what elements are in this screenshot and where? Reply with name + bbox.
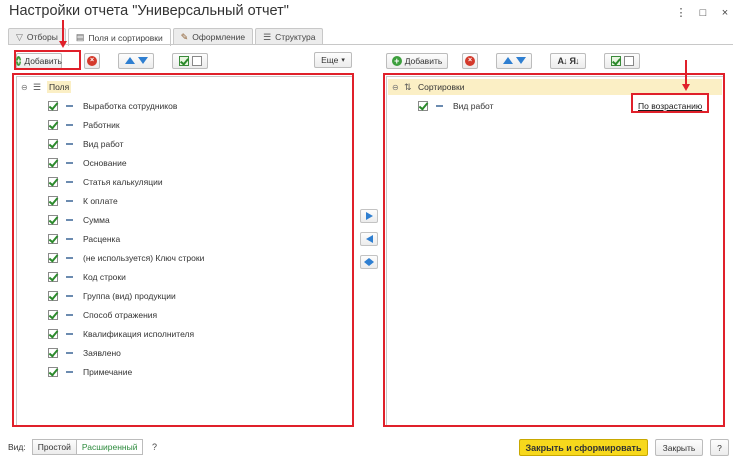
delete-icon: × <box>465 55 475 66</box>
annotation-box-add <box>14 50 81 70</box>
uncheck-all-icon[interactable] <box>623 55 634 66</box>
add-sort-label: Добавить <box>404 55 443 66</box>
maximize-icon[interactable]: □ <box>697 7 709 19</box>
more-label: Еще <box>321 55 339 65</box>
annotation-box-sorting <box>383 73 725 427</box>
uncheck-all-icon[interactable] <box>191 55 202 66</box>
sort-move-buttons <box>496 52 532 69</box>
view-extended-button[interactable]: Расширенный <box>75 439 144 455</box>
arrow-left-icon <box>365 235 373 243</box>
delete-field-button[interactable]: × <box>84 52 100 69</box>
bottom-bar: Вид: Простой Расширенный ? <box>8 439 161 455</box>
tab-label: Поля и сортировки <box>88 32 163 43</box>
add-sort-button[interactable]: + Добавить <box>386 52 448 69</box>
delete-icon: × <box>87 55 97 66</box>
fields-icon: ▤ <box>75 32 85 42</box>
close-icon[interactable]: × <box>719 7 731 19</box>
view-simple-button[interactable]: Простой <box>31 439 77 455</box>
help-button[interactable]: ? <box>710 439 729 456</box>
view-label: Вид: <box>8 442 26 452</box>
annotation-arrowhead-direction <box>682 84 690 91</box>
sort-ascending-icon[interactable]: A↓ <box>558 56 568 66</box>
move-right-button[interactable] <box>360 209 378 223</box>
close-and-generate-button[interactable]: Закрыть и сформировать <box>519 439 648 456</box>
check-all-icon[interactable] <box>178 55 189 66</box>
brush-icon: ✎ <box>180 31 189 42</box>
tab-label: Оформление <box>192 32 246 42</box>
tab-filters[interactable]: ▽ Отборы <box>8 28 66 45</box>
move-left-button[interactable] <box>360 232 378 246</box>
tab-label: Отборы <box>26 32 58 42</box>
view-help-icon[interactable]: ? <box>147 439 161 455</box>
annotation-arrowhead-add <box>59 41 67 48</box>
right-toolbar: + Добавить × A↓ Я↓ <box>386 52 640 69</box>
chevron-down-icon: ▾ <box>341 57 345 64</box>
arrow-right-icon <box>369 258 374 266</box>
more-button[interactable]: Еще ▾ <box>314 52 352 68</box>
annotation-box-direction <box>631 93 709 113</box>
check-all-icon[interactable] <box>610 55 621 66</box>
tab-label: Структура <box>275 32 316 42</box>
annotation-arrow-add <box>62 20 64 42</box>
sort-descending-icon[interactable]: Я↓ <box>570 56 580 66</box>
move-up-icon[interactable] <box>502 57 513 64</box>
more-menu-icon[interactable]: ⋮ <box>675 7 687 19</box>
tab-bar: ▽ Отборы ▤ Поля и сортировки ✎ Оформлени… <box>8 28 325 46</box>
tab-structure[interactable]: ☰ Структура <box>255 28 324 45</box>
add-icon: + <box>391 55 402 66</box>
move-all-button[interactable] <box>360 255 378 269</box>
tab-appearance[interactable]: ✎ Оформление <box>172 28 254 45</box>
move-down-icon[interactable] <box>137 57 148 64</box>
window-controls: ⋮ □ × <box>675 7 731 19</box>
delete-sort-button[interactable]: × <box>462 52 478 69</box>
sort-direction-buttons: A↓ Я↓ <box>550 52 586 69</box>
sort-check-buttons <box>604 52 640 69</box>
structure-icon: ☰ <box>263 31 272 42</box>
check-buttons <box>172 52 208 69</box>
tab-divider <box>8 44 733 45</box>
annotation-box-fields <box>12 73 354 427</box>
close-button[interactable]: Закрыть <box>655 439 703 456</box>
window-title: Настройки отчета "Универсальный отчет" <box>9 3 289 19</box>
move-down-icon[interactable] <box>515 57 526 64</box>
move-up-icon[interactable] <box>124 57 135 64</box>
filter-icon: ▽ <box>16 31 23 42</box>
arrow-right-icon <box>365 212 373 220</box>
annotation-arrow-direction <box>685 60 687 84</box>
move-buttons <box>118 52 154 69</box>
